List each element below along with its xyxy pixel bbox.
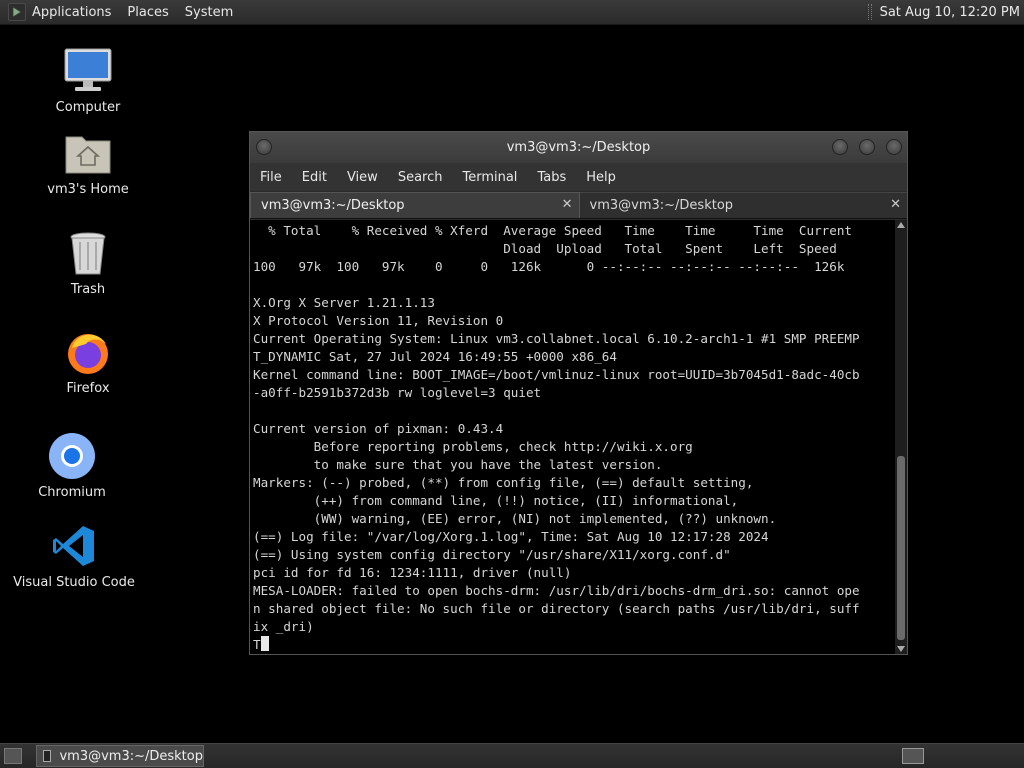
tab-label: vm3@vm3:~/Desktop (589, 198, 734, 213)
terminal-line: Kernel command line: BOOT_IMAGE=/boot/vm… (253, 367, 860, 382)
terminal-line: X Protocol Version 11, Revision 0 (253, 313, 504, 328)
trash-icon (62, 227, 114, 279)
menu-tabs[interactable]: Tabs (537, 170, 566, 185)
terminal-line: (==) Using system config directory "/usr… (253, 547, 731, 562)
window-title: vm3@vm3:~/Desktop (506, 140, 651, 155)
menu-file[interactable]: File (260, 170, 282, 185)
desktop-icon-label: vm3's Home (47, 182, 129, 197)
menu-help[interactable]: Help (586, 170, 616, 185)
desktop-icon-vscode[interactable]: Visual Studio Code (13, 520, 135, 590)
minimize-button[interactable] (832, 139, 848, 155)
tab-bar: vm3@vm3:~/Desktop ✕ vm3@vm3:~/Desktop ✕ (250, 191, 907, 219)
text-cursor (260, 636, 269, 651)
desktop-icon-label: Chromium (38, 485, 106, 500)
close-icon[interactable]: ✕ (890, 197, 901, 212)
close-icon[interactable]: ✕ (562, 197, 573, 212)
scrollbar[interactable] (895, 220, 907, 654)
home-folder-icon (62, 127, 114, 179)
menu-view[interactable]: View (347, 170, 378, 185)
terminal-line: Current version of pixman: 0.43.4 (253, 421, 504, 436)
terminal-line: ix _dri) (253, 619, 314, 634)
vscode-icon (48, 520, 100, 572)
terminal-line: MESA-LOADER: failed to open bochs-drm: /… (253, 583, 860, 598)
terminal-line: (WW) warning, (EE) error, (NI) not imple… (253, 511, 777, 526)
menu-search[interactable]: Search (398, 170, 443, 185)
desktop-icon-chromium[interactable]: Chromium (12, 430, 132, 500)
desktop-icon-label: Computer (55, 100, 121, 115)
terminal-icon (43, 750, 52, 762)
terminal-line: X.Org X Server 1.21.1.13 (253, 295, 435, 310)
bottom-panel: vm3@vm3:~/Desktop (0, 743, 1024, 768)
taskbar-item-label: vm3@vm3:~/Desktop (59, 748, 203, 764)
terminal-line: Dload Upload Total Spent Left Speed (253, 241, 837, 256)
places-menu[interactable]: Places (127, 5, 168, 20)
desktop-icon-home[interactable]: vm3's Home (28, 127, 148, 197)
system-menu[interactable]: System (185, 5, 233, 20)
desktop-icon-trash[interactable]: Trash (28, 227, 148, 297)
terminal-line: % Total % Received % Xferd Average Speed… (253, 223, 852, 238)
scrollbar-thumb[interactable] (897, 456, 905, 640)
terminal-text: % Total % Received % Xferd Average Speed… (253, 222, 895, 654)
desktop-icon-firefox[interactable]: Firefox (28, 326, 148, 396)
menu-edit[interactable]: Edit (302, 170, 327, 185)
terminal-output[interactable]: % Total % Received % Xferd Average Speed… (250, 220, 907, 654)
prompt-line: T (253, 636, 895, 654)
terminal-window[interactable]: vm3@vm3:~/Desktop File Edit View Search … (249, 131, 908, 655)
tab-label: vm3@vm3:~/Desktop (261, 198, 405, 213)
terminal-line: to make sure that you have the latest ve… (253, 457, 663, 472)
menu-terminal[interactable]: Terminal (462, 170, 517, 185)
desktop-icon-label: Visual Studio Code (13, 575, 135, 590)
terminal-line: 100 97k 100 97k 0 0 126k 0 --:--:-- --:-… (253, 259, 845, 274)
top-panel: Applications Places System Sat Aug 10, 1… (0, 0, 1024, 25)
scroll-down-icon[interactable] (897, 646, 905, 652)
terminal-line: (==) Log file: "/var/log/Xorg.1.log", Ti… (253, 529, 769, 544)
terminal-line: (++) from command line, (!!) notice, (II… (253, 493, 739, 508)
terminal-line: -a0ff-b2591b372d3b rw loglevel=3 quiet (253, 385, 542, 400)
tab-1[interactable]: vm3@vm3:~/Desktop ✕ (250, 192, 580, 218)
workspace-switcher[interactable] (902, 748, 924, 764)
desktop-icon-computer[interactable]: Computer (28, 45, 148, 115)
terminal-line: T_DYNAMIC Sat, 27 Jul 2024 16:49:55 +000… (253, 349, 617, 364)
main-menu-icon[interactable] (8, 3, 26, 21)
close-button[interactable] (886, 139, 902, 155)
chromium-icon (46, 430, 98, 482)
terminal-line: n shared object file: No such file or di… (253, 601, 860, 616)
panel-separator (867, 4, 872, 20)
terminal-line: pci id for fd 16: 1234:1111, driver (nul… (253, 565, 572, 580)
show-desktop-icon[interactable] (4, 748, 22, 764)
window-title-bar[interactable]: vm3@vm3:~/Desktop (250, 132, 907, 163)
terminal-line: Before reporting problems, check http://… (253, 439, 693, 454)
clock[interactable]: Sat Aug 10, 12:20 PM (880, 5, 1020, 20)
desktop-icon-label: Firefox (66, 381, 110, 396)
computer-icon (62, 45, 114, 97)
firefox-icon (62, 326, 114, 378)
menu-bar: File Edit View Search Terminal Tabs Help (250, 163, 907, 191)
terminal-line: Markers: (--) probed, (**) from config f… (253, 475, 754, 490)
terminal-line: Current Operating System: Linux vm3.coll… (253, 331, 860, 346)
desktop-icon-label: Trash (70, 282, 106, 297)
scroll-up-icon[interactable] (897, 222, 905, 228)
maximize-button[interactable] (859, 139, 875, 155)
taskbar-item-terminal[interactable]: vm3@vm3:~/Desktop (36, 745, 204, 767)
applications-menu[interactable]: Applications (32, 5, 111, 20)
tab-2[interactable]: vm3@vm3:~/Desktop ✕ (579, 192, 907, 218)
